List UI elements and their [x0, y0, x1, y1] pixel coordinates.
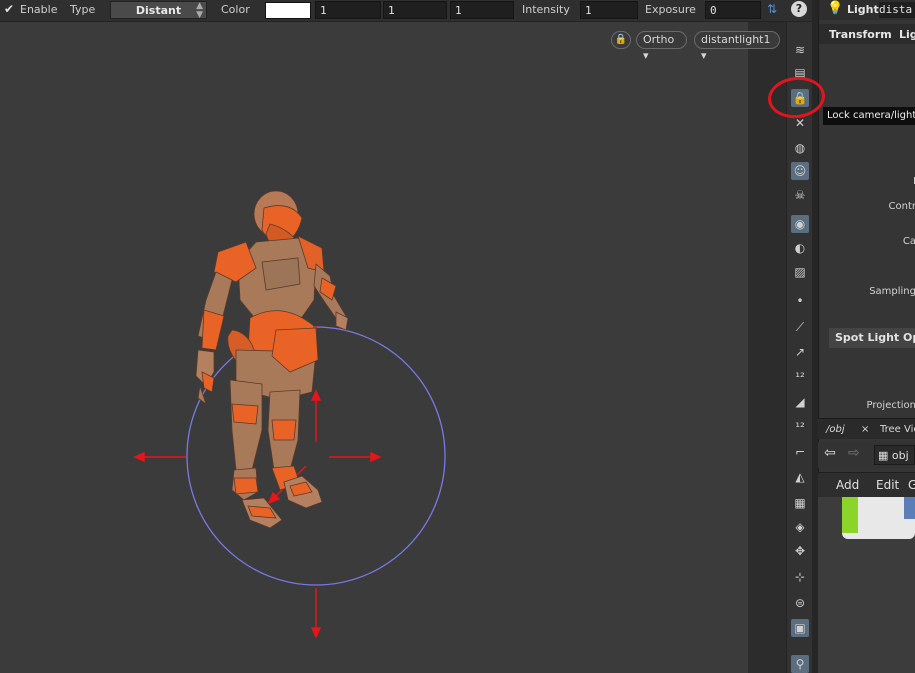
menu-add[interactable]: Add: [836, 475, 859, 495]
tab-transform[interactable]: Transform: [829, 26, 892, 44]
location-icon[interactable]: ⚲: [791, 655, 809, 673]
param-label-contrast: Contr: [888, 201, 915, 212]
character-model: [195, 190, 349, 529]
param-label-projection: Projection: [866, 400, 915, 411]
tab-tree-view[interactable]: Tree View: [880, 421, 915, 439]
network-canvas[interactable]: [818, 497, 915, 673]
visibility-icon[interactable]: ◐: [791, 239, 809, 257]
menu-go[interactable]: G: [908, 475, 915, 495]
param-label-ca: Ca: [902, 236, 915, 247]
network-path-field[interactable]: ▦ obj: [874, 445, 915, 465]
back-arrow-icon[interactable]: ⇦: [824, 445, 836, 461]
light-bulb-icon: 💡: [827, 1, 844, 16]
normal-icon[interactable]: ⟋: [791, 318, 809, 336]
snapshot-icon[interactable]: ▣: [791, 619, 809, 637]
close-icon[interactable]: ×: [861, 421, 869, 439]
network-tabs: /obj × Tree View: [818, 418, 915, 439]
camera-menu[interactable]: distantlight1 ▾: [694, 31, 780, 62]
point-icon[interactable]: •: [791, 292, 809, 310]
spot-light-options-section[interactable]: Spot Light Option: [829, 328, 915, 348]
menu-edit[interactable]: Edit: [876, 475, 899, 495]
projection-menu[interactable]: Ortho ▾: [636, 31, 687, 62]
node-tile[interactable]: [842, 497, 915, 539]
light-radius-circle: [186, 326, 446, 586]
scene-overlay: [133, 190, 446, 639]
uv-icon[interactable]: ▦: [791, 494, 809, 512]
shading-sphere-icon[interactable]: ◍: [791, 139, 809, 157]
viewport-lock-icon[interactable]: 🔒: [611, 31, 631, 49]
param-label-sampling: Sampling: [869, 286, 915, 297]
layers-icon[interactable]: ≋: [791, 41, 809, 59]
node-type-label: Light: [847, 3, 879, 16]
lighting-icon[interactable]: ☺: [791, 162, 809, 180]
folder-icon: ▦: [878, 449, 892, 462]
vector-icon[interactable]: ↗: [791, 343, 809, 361]
wire-icon[interactable]: ✥: [791, 542, 809, 560]
light-node-icon: [904, 497, 915, 519]
axis-icon[interactable]: ⊹: [791, 568, 809, 586]
tab-light[interactable]: Ligh: [899, 26, 915, 44]
corner-icon[interactable]: ⌐: [791, 443, 809, 461]
viewport-toolstrip: ≋ ▤ 🔒 ✕ ◍ ☺ ☠ ◉ ◐ ▨ • ⟋ ↗ ¹² ◢ ¹² ⌐ ◭ ▦ …: [786, 22, 814, 673]
primitive-icon[interactable]: ◢: [791, 393, 809, 411]
network-path-bar: ⇦ ⇨ ▦ obj: [818, 442, 915, 468]
render-icon[interactable]: ◉: [791, 215, 809, 233]
forward-arrow-icon[interactable]: ⇨: [848, 445, 860, 461]
skeleton-icon[interactable]: ☠: [791, 186, 809, 204]
surface-icon[interactable]: ◭: [791, 468, 809, 486]
tab-obj[interactable]: /obj: [826, 421, 845, 439]
primitive-numbers-icon[interactable]: ¹²: [791, 418, 809, 436]
network-path-text: obj: [891, 449, 909, 462]
panel-header: 💡 Light dista: [819, 0, 915, 20]
node-name-field[interactable]: dista: [879, 2, 915, 18]
point-numbers-icon[interactable]: ¹²: [791, 368, 809, 386]
menu-icon[interactable]: ⊜: [791, 594, 809, 612]
texture-icon[interactable]: ◈: [791, 518, 809, 536]
background-icon[interactable]: ▨: [791, 263, 809, 281]
tooltip: Lock camera/light: [823, 107, 915, 125]
node-flag: [842, 497, 858, 533]
network-menubar: Add Edit G: [818, 472, 915, 497]
help-icon[interactable]: ?: [791, 1, 807, 17]
panel-tabs: Transform Ligh: [819, 24, 915, 44]
